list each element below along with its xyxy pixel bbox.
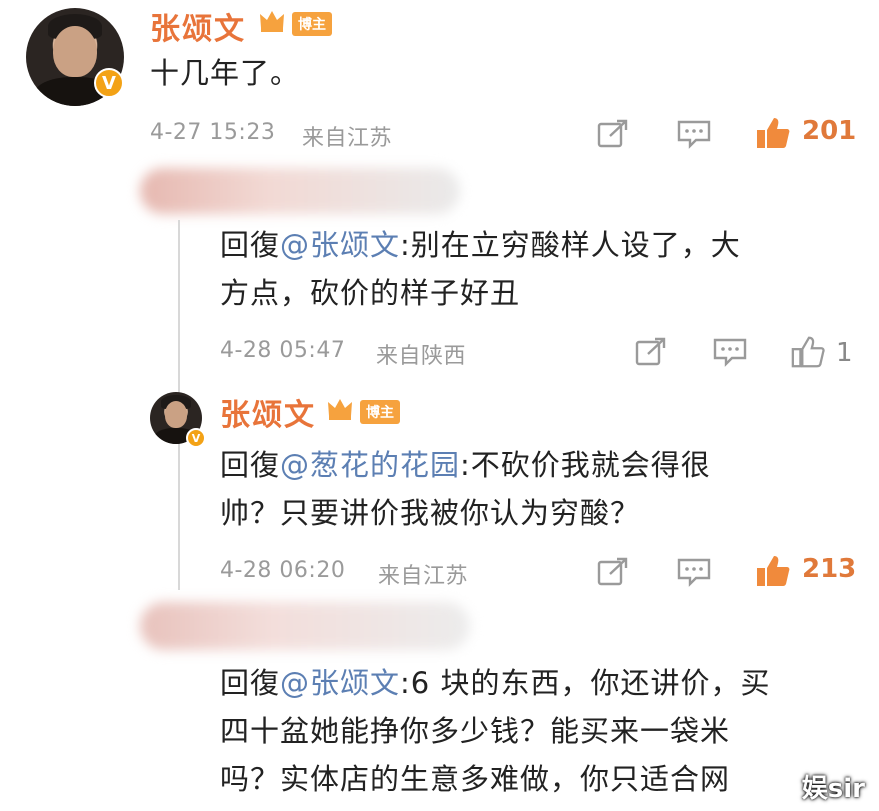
comment-text: 十几年了。 <box>150 56 301 90</box>
reply-text-line1: 回復@张颂文:别在立穷酸样人设了，大 <box>220 222 741 269</box>
blogger-tag: 博主 <box>292 12 332 36</box>
mention-link[interactable]: @张颂文 <box>280 228 400 262</box>
share-icon[interactable] <box>596 118 630 150</box>
comment-icon[interactable] <box>676 118 712 150</box>
reply-prefix: 回復 <box>220 228 281 262</box>
comment-time: 4-27 15:23 <box>150 120 276 145</box>
redacted-username <box>140 602 470 650</box>
verified-v-icon: V <box>94 68 124 98</box>
crown-badge-icon <box>328 399 352 420</box>
reply-time: 4-28 05:47 <box>220 338 346 363</box>
reply-prefix: 回復 <box>220 666 281 700</box>
reply-time: 4-28 06:20 <box>220 558 346 583</box>
avatar-face <box>53 25 97 77</box>
verified-v-icon: V <box>186 428 206 448</box>
comment-icon[interactable] <box>676 556 712 588</box>
comment-icon[interactable] <box>712 336 748 368</box>
reply-location: 来自陕西 <box>376 344 467 369</box>
author-name[interactable]: 张颂文 <box>150 4 246 48</box>
like-icon[interactable] <box>790 334 826 370</box>
like-count: 213 <box>802 554 857 584</box>
share-icon[interactable] <box>634 336 668 368</box>
reply-content: :别在立穷酸样人设了，大 <box>400 228 741 262</box>
blogger-tag: 博主 <box>360 400 400 424</box>
reply-text-line2: 四十盆她能挣你多少钱？能买来一袋米 <box>220 714 731 748</box>
reply-prefix: 回復 <box>220 448 281 482</box>
reply-text-line2: 方点，砍价的样子好丑 <box>220 276 521 310</box>
redacted-username <box>140 168 460 214</box>
reply-text-line3: 吗？实体店的生意多难做，你只适合网 <box>220 762 731 796</box>
watermark: 娱sir <box>801 774 865 804</box>
reply-content: :不砍价我就会得很 <box>460 448 711 482</box>
like-count: 1 <box>836 338 853 368</box>
avatar-face <box>164 401 188 429</box>
mention-link[interactable]: @葱花的花园 <box>280 448 460 482</box>
author-name[interactable]: 张颂文 <box>220 390 316 434</box>
mention-link[interactable]: @张颂文 <box>280 666 400 700</box>
like-icon[interactable] <box>754 114 792 152</box>
reply-text-line1: 回復@葱花的花园:不砍价我就会得很 <box>220 442 711 489</box>
reply-text-line1: 回復@张颂文:6 块的东西，你还讲价，买 <box>220 660 770 707</box>
reply-text-line2: 帅？只要讲价我被你认为穷酸？ <box>220 496 641 530</box>
comment-location: 来自江苏 <box>302 126 393 151</box>
reply-location: 来自江苏 <box>378 564 469 589</box>
share-icon[interactable] <box>596 556 630 588</box>
crown-badge-icon <box>260 11 284 32</box>
like-icon[interactable] <box>754 552 792 590</box>
like-count: 201 <box>802 116 857 146</box>
reply-content: :6 块的东西，你还讲价，买 <box>400 666 771 700</box>
